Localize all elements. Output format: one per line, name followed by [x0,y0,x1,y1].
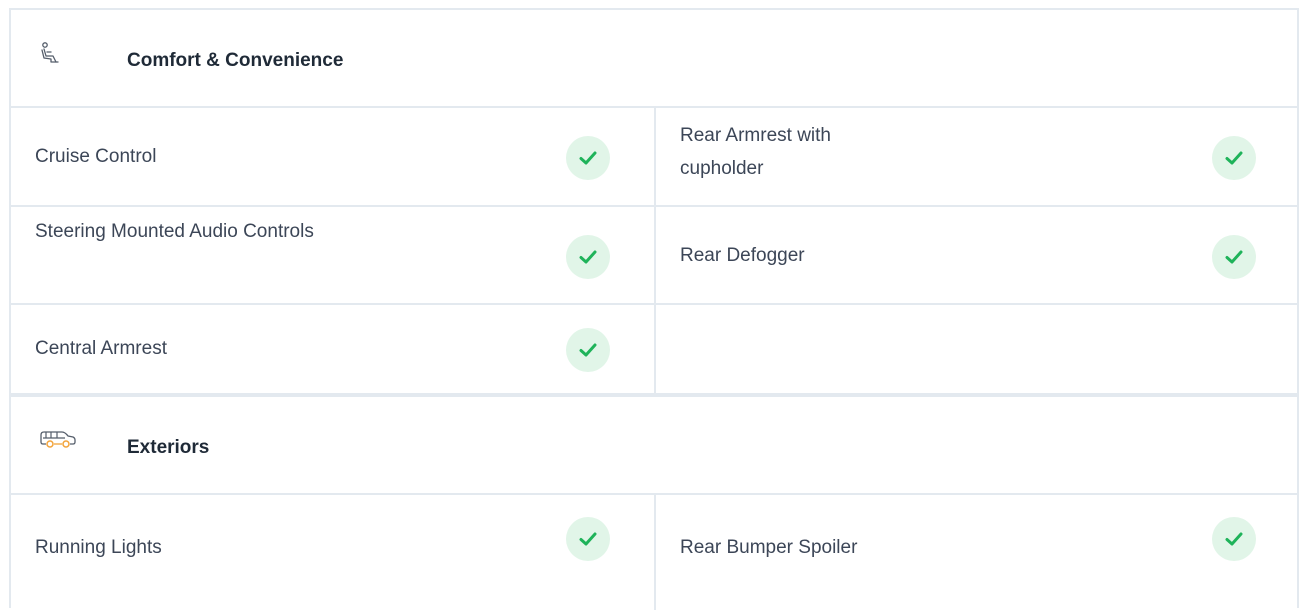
feature-label: Rear Armrest with cupholder [680,125,831,179]
feature-label: Running Lights [35,537,162,558]
column-divider [654,108,656,393]
feature-label: Central Armrest [35,338,167,359]
feature-cell: Central Armrest [11,305,654,393]
feature-cell: Rear Armrest with cupholder [656,108,1299,205]
feature-label: Rear Defogger [680,245,805,266]
feature-cell: Steering Mounted Audio Controls [11,207,654,303]
feature-cell: Cruise Control [11,108,654,205]
empty-cell [656,305,1299,393]
section-header-comfort: Comfort & Convenience [11,10,1297,106]
check-icon [566,136,610,180]
check-icon [1212,136,1256,180]
car-icon [38,428,78,448]
feature-label: Cruise Control [35,146,157,167]
check-icon [1212,235,1256,279]
column-divider [654,495,656,610]
check-icon [566,517,610,561]
check-icon [566,235,610,279]
feature-cell: Rear Defogger [656,207,1299,303]
section-title: Comfort & Convenience [127,50,344,71]
check-icon [1212,517,1256,561]
feature-label: Rear Bumper Spoiler [680,537,858,558]
section-header-exteriors: Exteriors [11,397,1297,493]
features-table: Comfort & Convenience Cruise Control Rea… [9,8,1299,610]
feature-label: Steering Mounted Audio Controls [35,221,314,242]
check-icon [566,328,610,372]
section-title: Exteriors [127,437,210,458]
seat-icon [38,42,64,63]
